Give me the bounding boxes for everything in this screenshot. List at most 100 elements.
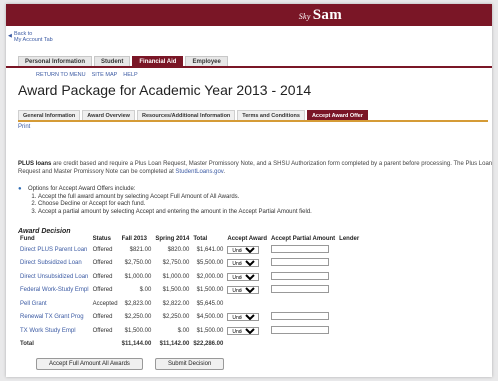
fund-link[interactable]: Federal Work-Study Empl — [20, 287, 89, 293]
total-cell: $4,500.00 — [196, 314, 224, 321]
partial-amount-input[interactable] — [271, 285, 330, 293]
total-status-cell — [91, 338, 120, 352]
partial-amount-input[interactable] — [271, 325, 330, 334]
fund-cell[interactable]: TX Work Study Empl — [18, 324, 91, 338]
option-item: Choose Decline or Accept for each fund. — [38, 201, 312, 209]
award-options: ● Options for Accept Award Offers includ… — [18, 186, 312, 217]
total-cell: $2,000.00 — [196, 273, 224, 280]
brand-name: Sam — [312, 7, 342, 23]
spring-cell: $1,000.00 — [162, 273, 190, 280]
print-link[interactable]: Print — [18, 124, 30, 130]
return-to-menu-link[interactable]: RETURN TO MENU — [36, 72, 86, 78]
option-item: Accept the full award amount by selectin… — [38, 194, 312, 202]
fund-cell[interactable]: Renewal TX Grant Prog — [18, 311, 91, 325]
status-cell: Offered — [92, 287, 113, 294]
fund-cell[interactable]: Pell Grant — [18, 297, 91, 311]
accept-award-select[interactable]: Undecided — [227, 313, 260, 322]
spring-cell: $1,500.00 — [162, 287, 190, 294]
submit-decision-button[interactable]: Submit Decision — [154, 358, 225, 370]
help-link[interactable]: HELP — [123, 72, 137, 78]
col-accept-award: Accept Award — [227, 236, 268, 242]
col-spring: Spring 2014 — [155, 236, 190, 242]
status-cell: Offered — [92, 246, 113, 253]
fund-link[interactable]: Renewal TX Grant Prog — [20, 314, 84, 320]
accept-award-cell: Undecided — [225, 311, 269, 325]
lender-cell — [337, 270, 361, 284]
accept-award-cell: Undecided — [225, 324, 269, 338]
subtab-terms-and-conditions[interactable]: Terms and Conditions — [237, 110, 305, 120]
back-to-my-account-link[interactable]: ◀ Back to My Account Tab — [8, 31, 53, 43]
status-cell: Offered — [92, 260, 113, 267]
studentloans-link[interactable]: StudentLoans.gov — [175, 169, 223, 175]
fund-link[interactable]: Direct PLUS Parent Loan — [20, 247, 87, 253]
section-tabs: General Information Award Overview Resou… — [18, 110, 488, 122]
partial-amount-input[interactable] — [271, 258, 330, 266]
accept-full-amount-button[interactable]: Accept Full Amount All Awards — [36, 358, 143, 370]
total-cell: $5,645.00 — [196, 300, 224, 307]
subtab-award-overview[interactable]: Award Overview — [82, 110, 135, 120]
total-empty-cell — [337, 338, 361, 352]
lender-cell — [337, 257, 361, 271]
total-spring: $11,142.00 — [159, 341, 190, 348]
fund-cell[interactable]: Direct PLUS Parent Loan — [18, 243, 91, 257]
fall-cell: $2,250.00 — [124, 314, 152, 321]
partial-amount-cell — [269, 270, 337, 284]
partial-amount-cell — [269, 311, 337, 325]
table-row: Direct PLUS Parent Loan Offered $821.00 … — [18, 243, 361, 257]
subtab-accept-award-offer[interactable]: Accept Award Offer — [306, 110, 368, 120]
partial-amount-cell — [269, 324, 337, 338]
lender-cell — [337, 243, 361, 257]
site-map-link[interactable]: SITE MAP — [92, 72, 118, 78]
col-status: Status — [92, 236, 111, 242]
back-line-2: My Account Tab — [14, 37, 53, 43]
fall-cell: $.00 — [139, 287, 152, 294]
accept-award-select[interactable]: Undecided — [227, 286, 260, 295]
table-row: TX Work Study Empl Offered $1,500.00 $.0… — [18, 324, 361, 338]
subtab-general-information[interactable]: General Information — [18, 110, 81, 120]
options-heading: Options for Accept Award Offers include: — [28, 186, 136, 192]
accept-award-select[interactable]: Undecided — [227, 272, 260, 281]
table-row: Direct Unsubsidized Loan Offered $1,000.… — [18, 270, 361, 284]
spring-cell: $2,250.00 — [162, 314, 190, 321]
fund-link[interactable]: Direct Subsidized Loan — [20, 260, 82, 266]
col-accept-partial: Accept Partial Amount — [271, 236, 336, 242]
partial-amount-input[interactable] — [271, 312, 330, 320]
table-row: Pell Grant Accepted $2,823.00 $2,822.00 … — [18, 297, 361, 311]
spring-cell: $.00 — [177, 327, 190, 334]
total-cell: $1,500.00 — [196, 327, 224, 334]
col-fund: Fund — [20, 236, 35, 242]
back-arrow-icon: ◀ — [8, 33, 12, 39]
partial-amount-input[interactable] — [271, 244, 330, 253]
total-label: Total — [20, 341, 34, 348]
status-cell: Offered — [92, 273, 113, 280]
table-row: Direct Subsidized Loan Offered $2,750.00… — [18, 257, 361, 271]
fund-cell[interactable]: Direct Unsubsidized Loan — [18, 270, 91, 284]
brand-logo[interactable]: Sky Sam — [299, 7, 342, 24]
partial-amount-cell — [269, 284, 337, 298]
spring-cell: $2,750.00 — [162, 260, 190, 267]
fund-cell[interactable]: Federal Work-Study Empl — [18, 284, 91, 298]
subtab-resources[interactable]: Resources/Additional Information — [136, 110, 236, 120]
accept-award-select[interactable]: Undecided — [227, 259, 260, 268]
partial-amount-cell — [269, 257, 337, 271]
total-cell: $1,500.00 — [196, 287, 224, 294]
options-list: Accept the full award amount by selectin… — [22, 194, 312, 217]
fund-link[interactable]: Direct Unsubsidized Loan — [20, 274, 88, 280]
top-links: RETURN TO MENU SITE MAP HELP — [36, 72, 138, 78]
page-title: Award Package for Academic Year 2013 - 2… — [18, 82, 312, 98]
accept-award-select[interactable]: Undecided — [227, 326, 260, 335]
accept-award-cell: Undecided — [225, 257, 269, 271]
accept-award-select[interactable]: Undecided — [227, 245, 260, 254]
fund-cell[interactable]: Direct Subsidized Loan — [18, 257, 91, 271]
top-banner: Sky Sam — [6, 4, 492, 26]
fall-cell: $821.00 — [129, 246, 152, 253]
col-lender: Lender — [339, 236, 360, 242]
fall-cell: $2,823.00 — [124, 300, 152, 307]
partial-amount-input[interactable] — [271, 271, 330, 280]
action-buttons: Accept Full Amount All Awards Submit Dec… — [36, 358, 225, 370]
fund-link[interactable]: TX Work Study Empl — [20, 328, 76, 334]
lender-cell — [337, 311, 361, 325]
plus-loan-info: PLUS loans are credit based and require … — [18, 160, 492, 176]
total-cell: $5,500.00 — [196, 260, 224, 267]
fund-link[interactable]: Pell Grant — [20, 301, 47, 307]
